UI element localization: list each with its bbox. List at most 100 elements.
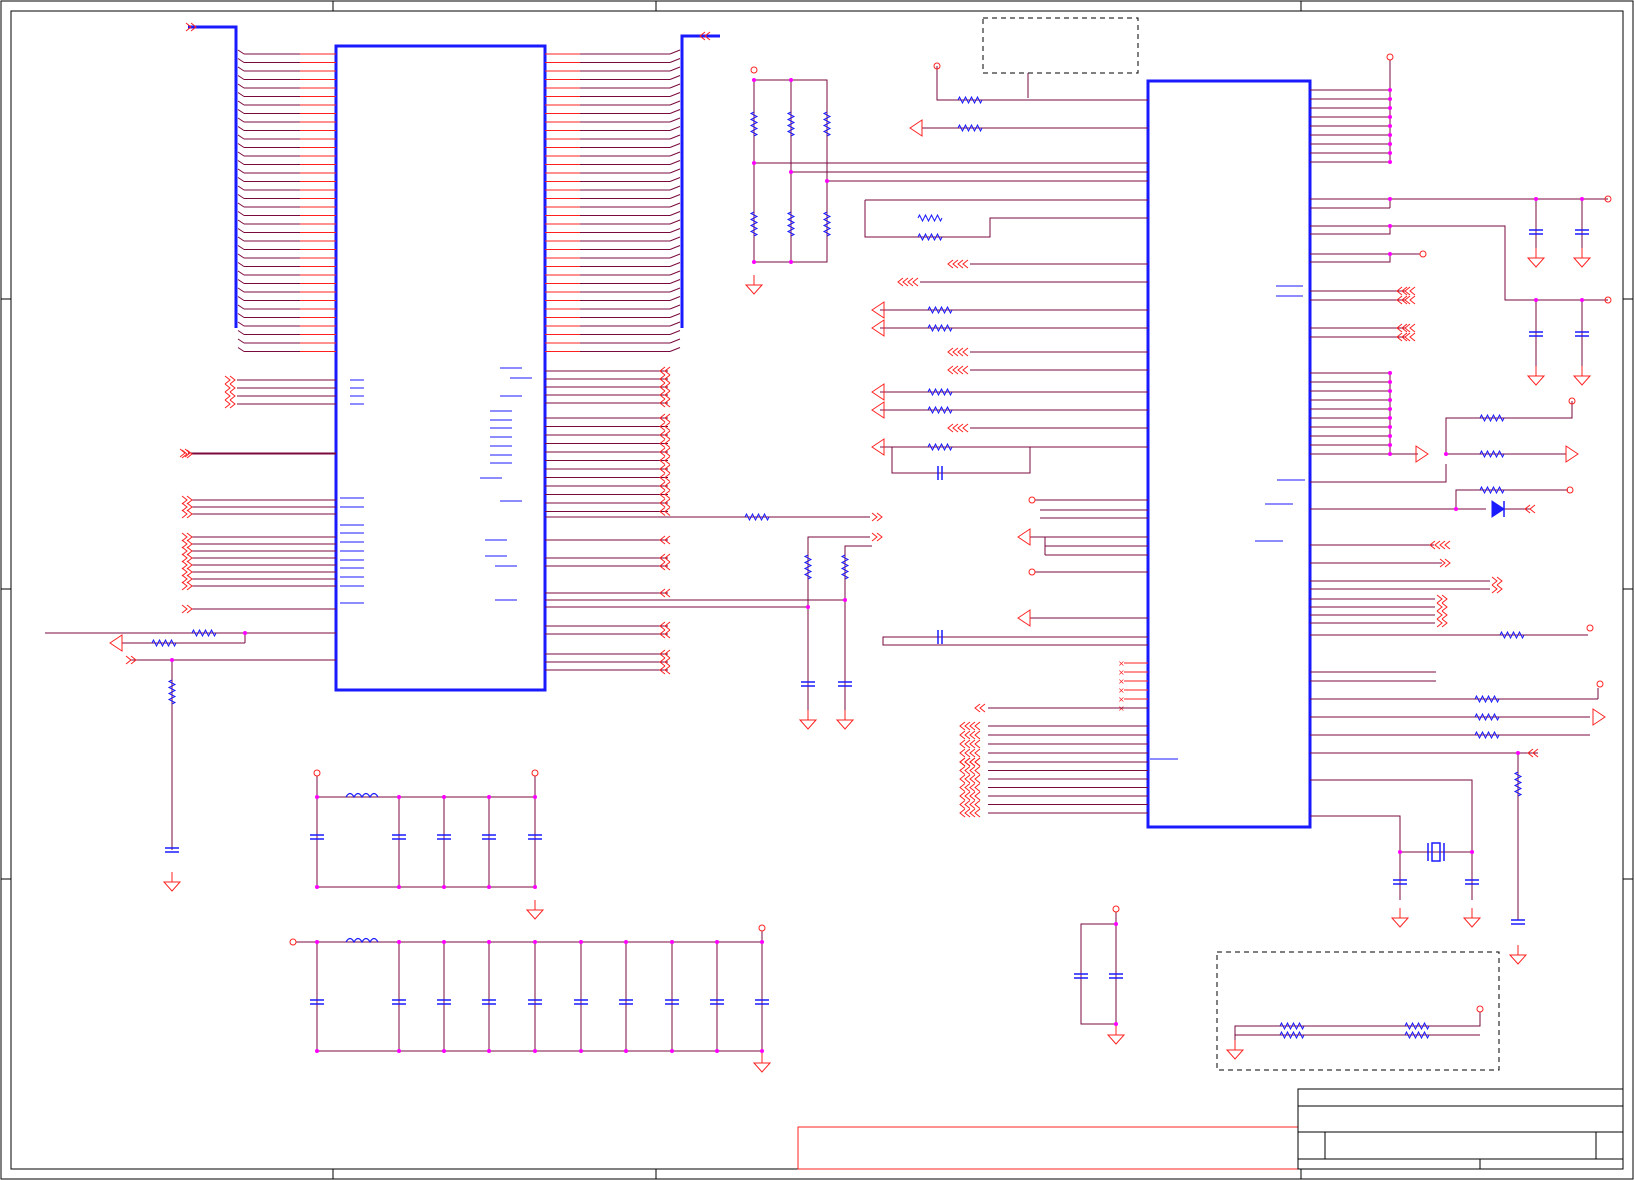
net-wire (1455, 489, 1568, 509)
bus-entry (669, 49, 681, 55)
junction-dot (1388, 160, 1392, 164)
junction-dot (1534, 197, 1538, 201)
offpage-chevron (1409, 295, 1416, 305)
bus-entry (237, 262, 245, 267)
bus-entry (237, 236, 245, 242)
ground-symbol (1572, 375, 1592, 386)
power-terminal (750, 66, 758, 74)
junction-dot (533, 885, 537, 889)
junction-dot (1470, 850, 1474, 854)
bus-entry (237, 126, 245, 131)
bus-entry (237, 58, 245, 63)
bus-left (188, 25, 238, 328)
bus-entry (237, 211, 245, 216)
bus-entry (669, 304, 681, 310)
junction-dot (670, 1049, 674, 1053)
offpage-chevron (181, 574, 188, 584)
offpage-chevron (181, 532, 188, 542)
ground-symbol (1526, 257, 1546, 268)
bus-entry (669, 236, 681, 242)
port-arrow (1017, 528, 1031, 546)
bus-entry (237, 202, 245, 208)
offpage-chevron (974, 739, 981, 749)
junction-dot (624, 1049, 628, 1053)
bus-entry (669, 177, 681, 182)
offpage-chevron (181, 546, 188, 556)
net-wire (1390, 225, 1608, 301)
net-wire (1310, 464, 1447, 483)
junction-dot (1388, 88, 1392, 92)
bus-entry (669, 100, 681, 106)
junction-dot (789, 78, 793, 82)
ground-symbol (752, 1062, 772, 1073)
junction-dot (1388, 115, 1392, 119)
offpage-chevron (1409, 323, 1416, 333)
junction-dot (442, 795, 446, 799)
bus-entry (669, 134, 681, 140)
junction-dot (843, 598, 847, 602)
junction-dot (579, 940, 583, 944)
bus-entry (237, 160, 245, 165)
junction-dot (1388, 380, 1392, 384)
power-terminal (1112, 905, 1120, 913)
bus-entry (669, 228, 681, 233)
bus-entry (237, 338, 245, 344)
offpage-chevron (181, 560, 188, 570)
bus-entry (237, 151, 245, 157)
offpage-chevron (974, 800, 981, 809)
junction-dot (487, 940, 491, 944)
sheet-frame (0, 0, 1634, 1180)
bus-entry (237, 75, 245, 80)
power-terminal (289, 938, 297, 946)
offpage-chevron (974, 757, 981, 767)
junction-dot (760, 1049, 764, 1053)
offpage-chevron (962, 423, 969, 433)
bus-entry (669, 75, 681, 80)
bus-entry (237, 168, 245, 174)
junction-dot (1388, 443, 1392, 447)
bus-entry (669, 287, 681, 293)
no-connect-mark: × (1118, 668, 1125, 677)
no-connect-mark: × (1118, 695, 1125, 704)
junction-dot (1114, 922, 1118, 926)
junction-dot (579, 1049, 583, 1053)
junction-dot (1388, 142, 1392, 146)
ground-symbol (1225, 1049, 1245, 1060)
ground-symbol (1572, 257, 1592, 268)
net-wire (882, 636, 1148, 646)
bus-entry (669, 211, 681, 216)
offpage-chevron (181, 539, 188, 549)
bus-entry (669, 117, 681, 123)
ic-u1 (334, 44, 547, 692)
junction-dot (1444, 452, 1448, 456)
junction-dot (1388, 425, 1392, 429)
offpage-chevron (1491, 576, 1498, 586)
junction-dot (1580, 298, 1584, 302)
bus-entry (669, 296, 681, 301)
bus-entry (237, 245, 245, 250)
junction-dot (789, 170, 793, 174)
power-terminal (1596, 680, 1604, 688)
junction-dot (1516, 751, 1520, 755)
power-terminal (1386, 53, 1394, 61)
power-terminal (1476, 1005, 1484, 1013)
junction-dot (1388, 407, 1392, 411)
bus-entry (237, 296, 245, 301)
bus-entry (669, 160, 681, 165)
junction-dot (397, 795, 401, 799)
bus-entry (237, 279, 245, 284)
offpage-chevron (871, 512, 878, 522)
junction-dot (1388, 452, 1392, 456)
bus-entry (237, 219, 245, 225)
junction-dot (243, 631, 247, 635)
offpage-chevron (974, 748, 981, 758)
ground-symbol (1390, 917, 1410, 928)
junction-dot (442, 940, 446, 944)
junction-dot (487, 1049, 491, 1053)
bus-entry (237, 92, 245, 97)
note-box-top (982, 17, 1139, 74)
junction-dot (315, 885, 319, 889)
bus-entry (237, 143, 245, 148)
offpage-chevron (912, 277, 919, 287)
junction-dot (1388, 97, 1392, 101)
